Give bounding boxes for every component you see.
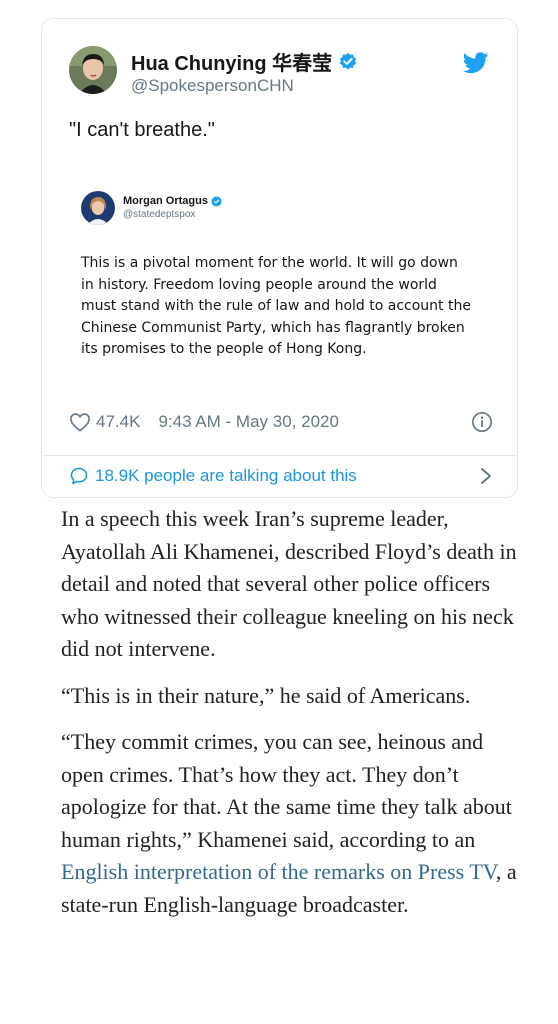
author-avatar[interactable] [69,46,117,94]
talking-link[interactable]: 18.9K people are talking about this [69,461,493,491]
tweet-card[interactable]: Hua Chunying 华春莹 @SpokespersonCHN "I can… [41,18,518,498]
tweet-meta-row: 47.4K 9:43 AM - May 30, 2020 [69,409,493,435]
article-text: “They commit crimes, you can see, heinou… [61,729,512,852]
chevron-right-icon [481,468,491,484]
embedded-text-line: Chinese Communist Party, which has flagr… [81,319,465,336]
like-count[interactable]: 47.4K [96,412,140,432]
verified-icon [339,52,357,69]
author-name[interactable]: Hua Chunying 华春莹 [131,47,358,76]
author-name-text: Hua Chunying 华春莹 [131,53,333,75]
twitter-bird-icon[interactable] [463,52,489,74]
author-handle[interactable]: @SpokespersonCHN [131,76,294,96]
article-paragraph: “This is in their nature,” he said of Am… [61,682,471,708]
embedded-author-name-text: Morgan Ortagus [123,195,208,207]
embedded-text-line: This is a pivotal moment for the world. … [81,255,458,271]
embedded-tweet-image[interactable]: Morgan Ortagus @statedeptspox This is a … [69,171,493,371]
tweet-text: "I can't breathe." [69,119,215,141]
article-paragraph: “They commit crimes, you can see, heinou… [61,726,521,921]
press-tv-link[interactable]: English interpretation of the remarks on… [61,859,496,884]
embedded-text-line: its promises to the people of Hong Kong. [81,341,367,357]
divider [43,455,516,456]
verified-icon [211,195,222,207]
embedded-text-line: must stand with the rule of law and hold… [81,298,471,314]
embedded-author-avatar [81,191,115,225]
article-body: In a speech this week Iran’s supreme lea… [61,503,521,935]
article-paragraph: In a speech this week Iran’s supreme lea… [61,506,517,661]
comment-icon [70,467,88,485]
tweet-timestamp[interactable]: 9:43 AM - May 30, 2020 [158,412,339,432]
talking-text: 18.9K people are talking about this [95,466,357,485]
embedded-tweet-text: This is a pivotal moment for the world. … [81,253,501,361]
info-icon[interactable] [471,411,493,433]
embedded-text-line: in history. Freedom loving people around… [81,276,437,293]
heart-icon[interactable] [69,412,91,432]
embedded-author-name: Morgan Ortagus [123,195,222,207]
embedded-author-handle: @statedeptspox [123,209,196,220]
